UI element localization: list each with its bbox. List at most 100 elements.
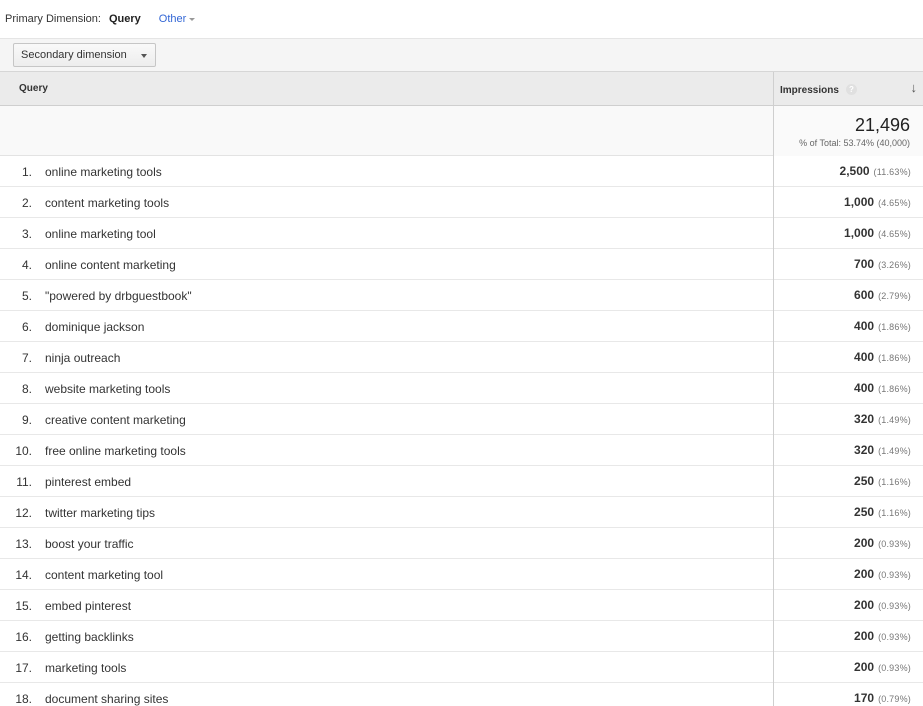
primary-dimension-value[interactable]: Query (109, 13, 141, 25)
impressions-cell: 250 (1.16%) (773, 466, 923, 497)
table-row: 10. free online marketing tools 320 (1.49… (0, 435, 923, 466)
impressions-percent: (1.49%) (878, 446, 911, 456)
table-row: 17. marketing tools 200 (0.93%) (0, 652, 923, 683)
impressions-cell: 320 (1.49%) (773, 404, 923, 435)
impressions-percent: (1.86%) (878, 353, 911, 363)
table-row: 15. embed pinterest 200 (0.93%) (0, 590, 923, 621)
impressions-value: 200 (854, 660, 875, 674)
query-link[interactable]: "powered by drbguestbook" (45, 289, 192, 303)
query-link[interactable]: content marketing tools (45, 196, 169, 210)
row-rank: 17. (15, 661, 32, 675)
impressions-cell: 250 (1.16%) (773, 497, 923, 528)
table-row: 3. online marketing tool 1,000 (4.65%) (0, 218, 923, 249)
row-rank: 14. (15, 568, 32, 582)
impressions-value: 2,500 (839, 164, 870, 178)
row-rank: 12. (15, 506, 32, 520)
impressions-total: 21,496 (854, 115, 910, 135)
impressions-percent: (2.79%) (878, 291, 911, 301)
row-rank: 7. (21, 351, 32, 365)
table-row: 7. ninja outreach 400 (1.86%) (0, 342, 923, 373)
row-rank: 13. (15, 537, 32, 551)
table-row: 11. pinterest embed 250 (1.16%) (0, 466, 923, 497)
table-row: 2. content marketing tools 1,000 (4.65%) (0, 187, 923, 218)
table-row: 9. creative content marketing 320 (1.49%) (0, 404, 923, 435)
row-rank: 5. (21, 289, 32, 303)
impressions-cell: 200 (0.93%) (773, 621, 923, 652)
table-row: 4. online content marketing 700 (3.26%) (0, 249, 923, 280)
impressions-cell: 2,500 (11.63%) (773, 156, 923, 187)
column-header-impressions[interactable]: Impressions ? ↓ (773, 72, 923, 106)
data-table: Query Impressions ? ↓ 21,496 % of Total:… (0, 72, 923, 706)
impressions-total-cell: 21,496 % of Total: 53.74% (40,000) (773, 106, 923, 156)
row-rank: 8. (21, 382, 32, 396)
impressions-cell: 600 (2.79%) (773, 280, 923, 311)
row-rank: 3. (21, 227, 32, 241)
impressions-value: 400 (854, 381, 875, 395)
query-link[interactable]: online marketing tool (45, 227, 156, 241)
query-link[interactable]: creative content marketing (45, 413, 186, 427)
impressions-percent: (0.93%) (878, 570, 911, 580)
impressions-value: 320 (854, 412, 875, 426)
impressions-percent: (0.93%) (878, 601, 911, 611)
primary-dimension-bar: Primary Dimension: Query Other (0, 0, 923, 39)
impressions-value: 600 (854, 288, 875, 302)
query-link[interactable]: marketing tools (45, 661, 126, 675)
impressions-percent: (0.93%) (878, 663, 911, 673)
query-link[interactable]: document sharing sites (45, 692, 168, 706)
sort-descending-icon[interactable]: ↓ (911, 81, 918, 95)
query-link[interactable]: boost your traffic (45, 537, 134, 551)
impressions-percent: (0.79%) (878, 694, 911, 704)
impressions-value: 200 (854, 598, 875, 612)
query-link[interactable]: dominique jackson (45, 320, 144, 334)
row-rank: 10. (15, 444, 32, 458)
query-link[interactable]: online content marketing (45, 258, 176, 272)
row-rank: 11. (16, 475, 32, 489)
impressions-value: 200 (854, 567, 875, 581)
table-row: 16. getting backlinks 200 (0.93%) (0, 621, 923, 652)
impressions-cell: 1,000 (4.65%) (773, 187, 923, 218)
secondary-dimension-button[interactable]: Secondary dimension (13, 43, 156, 67)
column-header-query[interactable]: Query (19, 83, 48, 94)
impressions-value: 1,000 (844, 195, 875, 209)
impressions-percent: (11.63%) (873, 167, 911, 177)
impressions-percent-of-total: % of Total: 53.74% (40,000) (799, 138, 910, 148)
query-link[interactable]: getting backlinks (45, 630, 134, 644)
query-link[interactable]: embed pinterest (45, 599, 131, 613)
row-rank: 9. (21, 413, 32, 427)
impressions-value: 200 (854, 629, 875, 643)
query-link[interactable]: website marketing tools (45, 382, 170, 396)
impressions-cell: 400 (1.86%) (773, 311, 923, 342)
impressions-value: 700 (854, 257, 875, 271)
impressions-value: 250 (854, 474, 875, 488)
query-link[interactable]: content marketing tool (45, 568, 163, 582)
secondary-dimension-label: Secondary dimension (21, 49, 127, 61)
row-rank: 18. (15, 692, 32, 706)
impressions-percent: (1.86%) (878, 322, 911, 332)
query-link[interactable]: twitter marketing tips (45, 506, 155, 520)
impressions-percent: (4.65%) (878, 198, 911, 208)
row-rank: 6. (21, 320, 32, 334)
query-link[interactable]: free online marketing tools (45, 444, 186, 458)
other-dimension-label[interactable]: Other (159, 13, 187, 25)
query-link[interactable]: pinterest embed (45, 475, 131, 489)
other-dimension-link[interactable]: Other (159, 13, 196, 25)
impressions-value: 170 (854, 691, 875, 705)
chevron-down-icon (189, 18, 196, 21)
query-link[interactable]: ninja outreach (45, 351, 120, 365)
row-rank: 16. (15, 630, 32, 644)
row-rank: 4. (21, 258, 32, 272)
impressions-value: 1,000 (844, 226, 875, 240)
table-row: 13. boost your traffic 200 (0.93%) (0, 528, 923, 559)
query-link[interactable]: online marketing tools (45, 165, 162, 179)
impressions-header-label[interactable]: Impressions (780, 85, 839, 96)
impressions-cell: 400 (1.86%) (773, 373, 923, 404)
help-icon[interactable]: ? (846, 84, 857, 95)
impressions-cell: 400 (1.86%) (773, 342, 923, 373)
row-rank: 15. (15, 599, 32, 613)
impressions-percent: (0.93%) (878, 539, 911, 549)
row-rank: 2. (21, 196, 32, 210)
table-row: 8. website marketing tools 400 (1.86%) (0, 373, 923, 404)
impressions-percent: (1.49%) (878, 415, 911, 425)
impressions-cell: 320 (1.49%) (773, 435, 923, 466)
chevron-down-icon (140, 54, 147, 58)
